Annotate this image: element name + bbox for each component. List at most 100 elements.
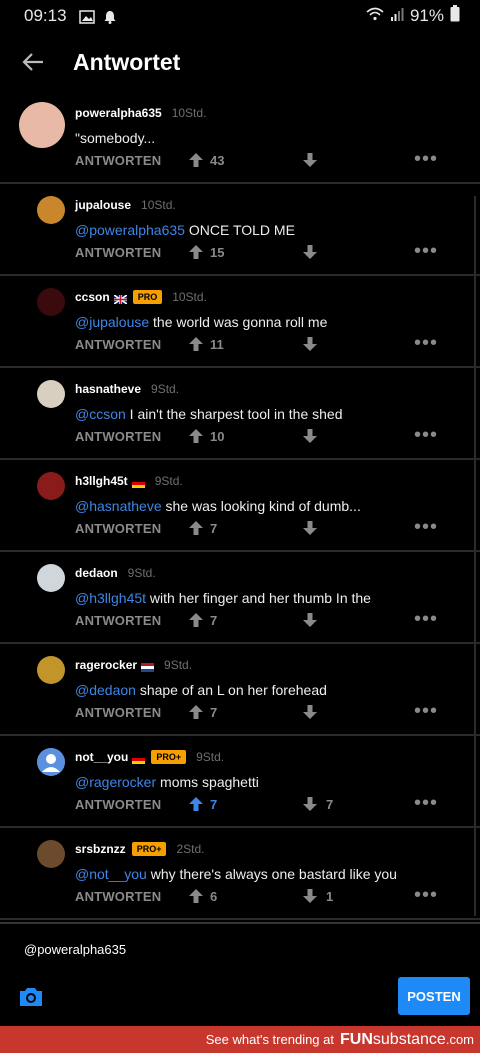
app-header: Antwortet <box>0 32 480 92</box>
back-arrow-icon[interactable] <box>15 44 51 80</box>
upvote-count: 6 <box>210 888 218 904</box>
mention-link[interactable]: @dedaon <box>75 682 136 698</box>
more-options-icon[interactable]: ••• <box>414 241 438 261</box>
upvote-button[interactable]: 6 <box>188 888 217 904</box>
avatar[interactable] <box>37 288 65 316</box>
reply-button[interactable]: ANTWORTEN <box>75 245 161 260</box>
upvote-button[interactable]: 10 <box>188 428 224 444</box>
username[interactable]: jupalouse <box>75 198 131 212</box>
mention-link[interactable]: @h3llgh45t <box>75 590 146 606</box>
comment-text: @jupalouse the world was gonna roll me <box>75 314 327 330</box>
mention-link[interactable]: @jupalouse <box>75 314 149 330</box>
avatar[interactable] <box>37 196 65 224</box>
comment-meta: ccson PRO 10Std. <box>75 290 207 305</box>
downvote-arrow-icon <box>303 521 317 535</box>
downvote-button[interactable] <box>302 244 318 260</box>
comment-meta: dedaon 9Std. <box>75 566 156 580</box>
username[interactable]: not__you <box>75 750 128 764</box>
mention-link[interactable]: @not__you <box>75 866 147 882</box>
mention-link[interactable]: @ragerocker <box>75 774 156 790</box>
post-button[interactable]: POSTEN <box>398 977 470 1015</box>
more-options-icon[interactable]: ••• <box>414 793 438 813</box>
avatar[interactable] <box>37 380 65 408</box>
reply-button[interactable]: ANTWORTEN <box>75 429 161 444</box>
comment-item: jupalouse 10Std. @poweralpha635 ONCE TOLD … <box>0 184 480 276</box>
username[interactable]: dedaon <box>75 566 118 580</box>
avatar[interactable] <box>19 102 65 148</box>
downvote-arrow-icon <box>303 613 317 627</box>
downvote-button[interactable] <box>302 152 318 168</box>
avatar[interactable] <box>37 472 65 500</box>
upvote-button[interactable]: 7 <box>188 704 217 720</box>
downvote-button[interactable] <box>302 428 318 444</box>
mention-link[interactable]: @hasnatheve <box>75 498 162 514</box>
more-options-icon[interactable]: ••• <box>414 885 438 905</box>
upvote-button[interactable]: 15 <box>188 244 224 260</box>
avatar[interactable] <box>37 748 65 776</box>
comment-time: 9Std. <box>164 658 193 672</box>
reply-composer: @poweralpha635 POSTEN <box>0 922 480 1022</box>
more-options-icon[interactable]: ••• <box>414 609 438 629</box>
downvote-arrow-icon <box>303 337 317 351</box>
reply-button[interactable]: ANTWORTEN <box>75 705 161 720</box>
comment-text: @ragerocker moms spaghetti <box>75 774 259 790</box>
more-options-icon[interactable]: ••• <box>414 149 438 169</box>
footer-brand: FUNsubstance.com <box>340 1031 474 1049</box>
comment-list: poweralpha635 10Std. "somebody... ANTWORTEN… <box>0 92 480 920</box>
upvote-button[interactable]: 7 <box>188 796 217 812</box>
upvote-arrow-icon <box>189 337 203 351</box>
reply-button[interactable]: ANTWORTEN <box>75 153 161 168</box>
comment-item: ccson PRO 10Std. @jupalouse the world was g… <box>0 276 480 368</box>
downvote-button[interactable] <box>302 704 318 720</box>
avatar[interactable] <box>37 840 65 868</box>
reply-button[interactable]: ANTWORTEN <box>75 889 161 904</box>
comment-text: @ccson I ain't the sharpest tool in the … <box>75 406 343 422</box>
upvote-button[interactable]: 7 <box>188 520 217 536</box>
downvote-arrow-icon <box>303 889 317 903</box>
upvote-button[interactable]: 11 <box>188 336 224 352</box>
comment-time: 9Std. <box>196 750 225 764</box>
username[interactable]: poweralpha635 <box>75 106 162 120</box>
more-options-icon[interactable]: ••• <box>414 333 438 353</box>
comment-meta: srsbznzz PRO+ 2Std. <box>75 842 204 856</box>
flag-icon <box>141 661 155 672</box>
mention-link[interactable]: @poweralpha635 <box>75 222 185 238</box>
username[interactable]: ragerocker <box>75 658 137 672</box>
mention-link[interactable]: @ccson <box>75 406 126 422</box>
reply-button[interactable]: ANTWORTEN <box>75 521 161 536</box>
footer-brand-c: .com <box>445 1031 474 1047</box>
reply-button[interactable]: ANTWORTEN <box>75 337 161 352</box>
downvote-button[interactable] <box>302 520 318 536</box>
reply-input[interactable]: @poweralpha635 <box>24 942 126 957</box>
comment-divider <box>0 918 480 920</box>
upvote-arrow-icon <box>189 889 203 903</box>
downvote-arrow-icon <box>303 245 317 259</box>
downvote-button[interactable] <box>302 336 318 352</box>
username[interactable]: hasnatheve <box>75 382 141 396</box>
username[interactable]: ccson <box>75 290 110 304</box>
more-options-icon[interactable]: ••• <box>414 701 438 721</box>
comment-body: why there's always one bastard like you <box>146 866 397 882</box>
camera-icon[interactable] <box>18 986 44 1008</box>
notification-bell-icon <box>103 9 119 24</box>
comment-item: hasnatheve 9Std. @ccson I ain't the sharpe… <box>0 368 480 460</box>
battery-icon <box>450 5 460 27</box>
comment-time: 10Std. <box>172 290 207 304</box>
avatar[interactable] <box>37 656 65 684</box>
avatar[interactable] <box>37 564 65 592</box>
username[interactable]: h3llgh45t <box>75 474 128 488</box>
more-options-icon[interactable]: ••• <box>414 425 438 445</box>
upvote-button[interactable]: 43 <box>188 152 224 168</box>
flag-icon <box>131 477 145 488</box>
footer-text: See what's trending at <box>205 1032 334 1047</box>
downvote-button[interactable] <box>302 612 318 628</box>
comment-text: @h3llgh45t with her finger and her thumb… <box>75 590 371 606</box>
downvote-button[interactable]: 7 <box>302 796 333 812</box>
downvote-button[interactable]: 1 <box>302 888 333 904</box>
username[interactable]: srsbznzz <box>75 842 126 856</box>
reply-button[interactable]: ANTWORTEN <box>75 797 161 812</box>
comment-time: 9Std. <box>127 566 156 580</box>
more-options-icon[interactable]: ••• <box>414 517 438 537</box>
reply-button[interactable]: ANTWORTEN <box>75 613 161 628</box>
upvote-button[interactable]: 7 <box>188 612 217 628</box>
